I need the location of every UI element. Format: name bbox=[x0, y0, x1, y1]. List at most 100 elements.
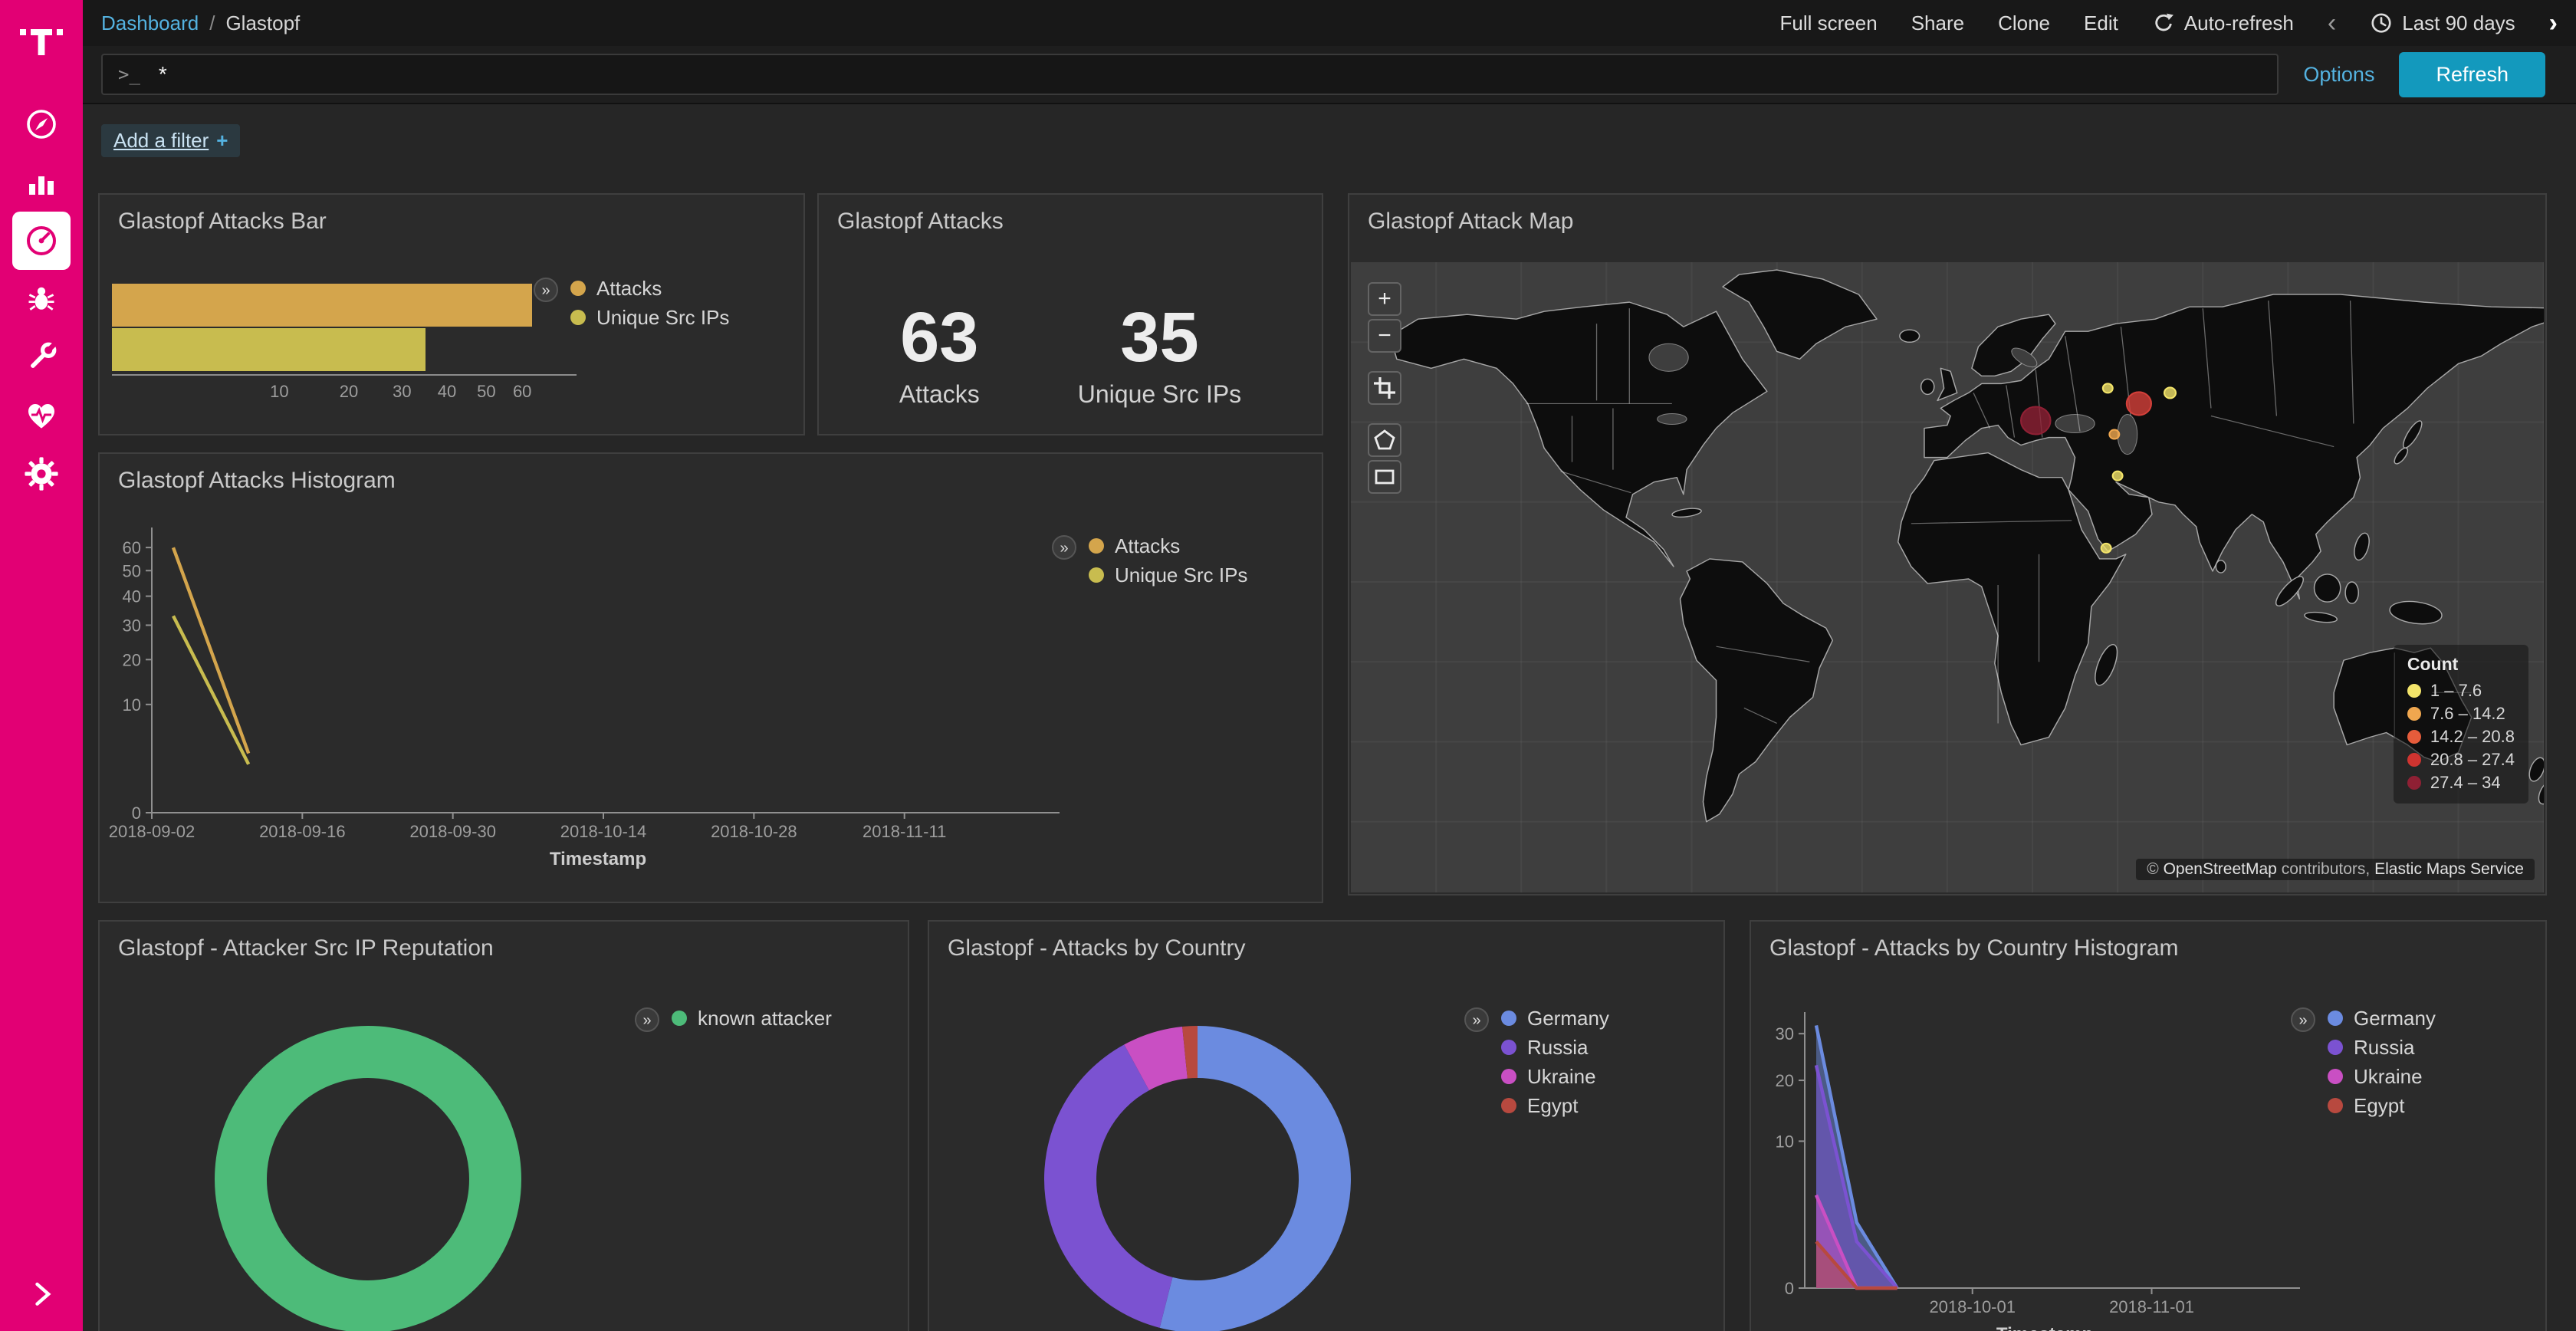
x-axis-label: Timestamp bbox=[1996, 1324, 2093, 1331]
range-dot bbox=[2407, 730, 2421, 744]
sidebar-item-visualize[interactable] bbox=[12, 153, 71, 212]
auto-refresh-label: Auto-refresh bbox=[2184, 12, 2294, 35]
y-tick-label: 20 bbox=[123, 650, 141, 669]
donut-chart bbox=[184, 995, 552, 1331]
openstreetmap-link[interactable]: OpenStreetMap bbox=[2164, 860, 2277, 878]
sea-black bbox=[2055, 414, 2095, 432]
panel-title[interactable]: Glastopf Attack Map bbox=[1349, 195, 2545, 241]
bar-Attacks[interactable] bbox=[112, 284, 532, 327]
legend-item-Attacks[interactable]: Attacks bbox=[1089, 535, 1247, 557]
sidebar-item-security[interactable] bbox=[12, 270, 71, 328]
panel-title[interactable]: Glastopf - Attacks by Country Histogram bbox=[1751, 922, 2545, 968]
legend-toggle-icon[interactable]: » bbox=[1464, 1007, 1489, 1032]
panel-attacks-metric: Glastopf Attacks 63 Attacks 35 Unique Sr… bbox=[817, 193, 1323, 435]
legend-dot bbox=[2328, 1040, 2343, 1055]
map-legend-range: 27.4 – 34 bbox=[2407, 771, 2515, 794]
draw-rectangle-button[interactable] bbox=[1368, 460, 1401, 494]
sidebar-item-tools[interactable] bbox=[12, 328, 71, 386]
legend-item-Germany[interactable]: Germany bbox=[1501, 1007, 1609, 1029]
clock-icon bbox=[2370, 12, 2393, 35]
attack-marker[interactable] bbox=[2103, 383, 2113, 393]
legend-item-Ukraine[interactable]: Ukraine bbox=[1501, 1066, 1609, 1087]
auto-refresh-button[interactable]: Auto-refresh bbox=[2152, 12, 2294, 35]
world-map-canvas bbox=[1351, 262, 2544, 892]
y-tick-label: 50 bbox=[123, 561, 141, 580]
range-dot bbox=[2407, 707, 2421, 721]
panel-title[interactable]: Glastopf Attacks Histogram bbox=[100, 454, 1322, 500]
legend-dot bbox=[1089, 538, 1104, 554]
legend-item-Ukraine[interactable]: Ukraine bbox=[2328, 1066, 2436, 1087]
query-bar: >_ * Options Refresh bbox=[83, 46, 2576, 104]
legend-item-Egypt[interactable]: Egypt bbox=[2328, 1095, 2436, 1116]
attack-marker[interactable] bbox=[2021, 406, 2050, 434]
attack-marker[interactable] bbox=[2113, 472, 2123, 481]
crop-tool-button[interactable] bbox=[1368, 371, 1401, 405]
island-japan-south bbox=[2392, 446, 2410, 465]
sidebar-item-health[interactable] bbox=[12, 386, 71, 445]
legend-label: Unique Src IPs bbox=[596, 306, 729, 330]
time-forward-chevron[interactable]: › bbox=[2549, 10, 2558, 36]
attack-marker[interactable] bbox=[2164, 387, 2176, 398]
zoom-in-button[interactable]: + bbox=[1368, 282, 1401, 316]
legend-toggle-icon[interactable]: » bbox=[635, 1007, 659, 1032]
legend-toggle-icon[interactable]: » bbox=[534, 278, 558, 302]
island-japan bbox=[2400, 419, 2425, 450]
legend-label: Russia bbox=[1527, 1036, 1588, 1060]
full-screen-button[interactable]: Full screen bbox=[1780, 12, 1878, 35]
line-Unique Src IPs[interactable] bbox=[173, 616, 248, 764]
compass-icon bbox=[23, 106, 60, 143]
elastic-maps-service-link[interactable]: Elastic Maps Service bbox=[2374, 860, 2524, 878]
polygon-icon bbox=[1374, 429, 1395, 451]
legend-toggle-icon[interactable]: » bbox=[1052, 535, 1076, 560]
world-map[interactable]: + − Count bbox=[1351, 262, 2544, 892]
legend-item-known attacker[interactable]: known attacker bbox=[672, 1007, 832, 1029]
attack-marker[interactable] bbox=[2127, 392, 2151, 415]
time-back-chevron[interactable]: ‹ bbox=[2328, 10, 2336, 36]
legend-item-Attacks[interactable]: Attacks bbox=[570, 278, 729, 299]
attack-marker[interactable] bbox=[2109, 430, 2119, 439]
slice-known attacker[interactable] bbox=[241, 1052, 495, 1306]
panel-attacks-by-country: Glastopf - Attacks by Country » GermanyR… bbox=[928, 920, 1725, 1331]
sidebar-item-discover[interactable] bbox=[12, 95, 71, 153]
legend-item-Egypt[interactable]: Egypt bbox=[1501, 1095, 1609, 1116]
clone-button[interactable]: Clone bbox=[1998, 12, 2050, 35]
refresh-arrow-icon bbox=[2152, 12, 2175, 35]
draw-polygon-button[interactable] bbox=[1368, 423, 1401, 457]
legend-items: known attacker bbox=[672, 1007, 832, 1032]
x-axis bbox=[112, 374, 577, 376]
sidebar-item-settings[interactable] bbox=[12, 445, 71, 503]
attack-marker[interactable] bbox=[2101, 544, 2111, 553]
time-range-picker[interactable]: Last 90 days bbox=[2370, 12, 2515, 35]
add-filter-button[interactable]: Add a filter + bbox=[101, 124, 240, 157]
legend-label: Russia bbox=[2354, 1036, 2414, 1060]
continent-south-america bbox=[1681, 559, 1833, 822]
panel-title[interactable]: Glastopf Attacks bbox=[819, 195, 1322, 241]
legend-toggle-icon[interactable]: » bbox=[2291, 1007, 2315, 1032]
x-tick-label: 20 bbox=[330, 382, 367, 402]
zoom-out-button[interactable]: − bbox=[1368, 319, 1401, 353]
refresh-button[interactable]: Refresh bbox=[2399, 52, 2545, 97]
sidebar-collapse-button[interactable] bbox=[0, 1276, 83, 1310]
line-Attacks[interactable] bbox=[173, 547, 248, 753]
x-tick-label: 2018-10-28 bbox=[711, 822, 797, 841]
options-link[interactable]: Options bbox=[2303, 63, 2374, 87]
y-tick-label: 60 bbox=[123, 538, 141, 557]
legend-item-Russia[interactable]: Russia bbox=[1501, 1037, 1609, 1058]
legend-item-Unique Src IPs[interactable]: Unique Src IPs bbox=[570, 307, 729, 328]
hudson-bay bbox=[1649, 343, 1688, 371]
legend-dot bbox=[2328, 1098, 2343, 1113]
breadcrumb-dashboard-link[interactable]: Dashboard bbox=[101, 12, 199, 35]
legend-item-Unique Src IPs[interactable]: Unique Src IPs bbox=[1089, 564, 1247, 586]
t-logo[interactable] bbox=[18, 0, 64, 95]
y-tick-label: 0 bbox=[132, 804, 141, 823]
edit-button[interactable]: Edit bbox=[2084, 12, 2118, 35]
bar-Unique Src IPs[interactable] bbox=[112, 328, 426, 371]
legend-item-Russia[interactable]: Russia bbox=[2328, 1037, 2436, 1058]
legend-item-Germany[interactable]: Germany bbox=[2328, 1007, 2436, 1029]
share-button[interactable]: Share bbox=[1911, 12, 1964, 35]
y-tick-label: 40 bbox=[123, 587, 141, 606]
search-input[interactable]: >_ * bbox=[101, 54, 2279, 95]
legend-label: Unique Src IPs bbox=[1115, 564, 1247, 587]
chart-legend: » Germany Russia Ukraine Egypt bbox=[1464, 1007, 1609, 1116]
sidebar-item-dashboard[interactable] bbox=[12, 212, 71, 270]
